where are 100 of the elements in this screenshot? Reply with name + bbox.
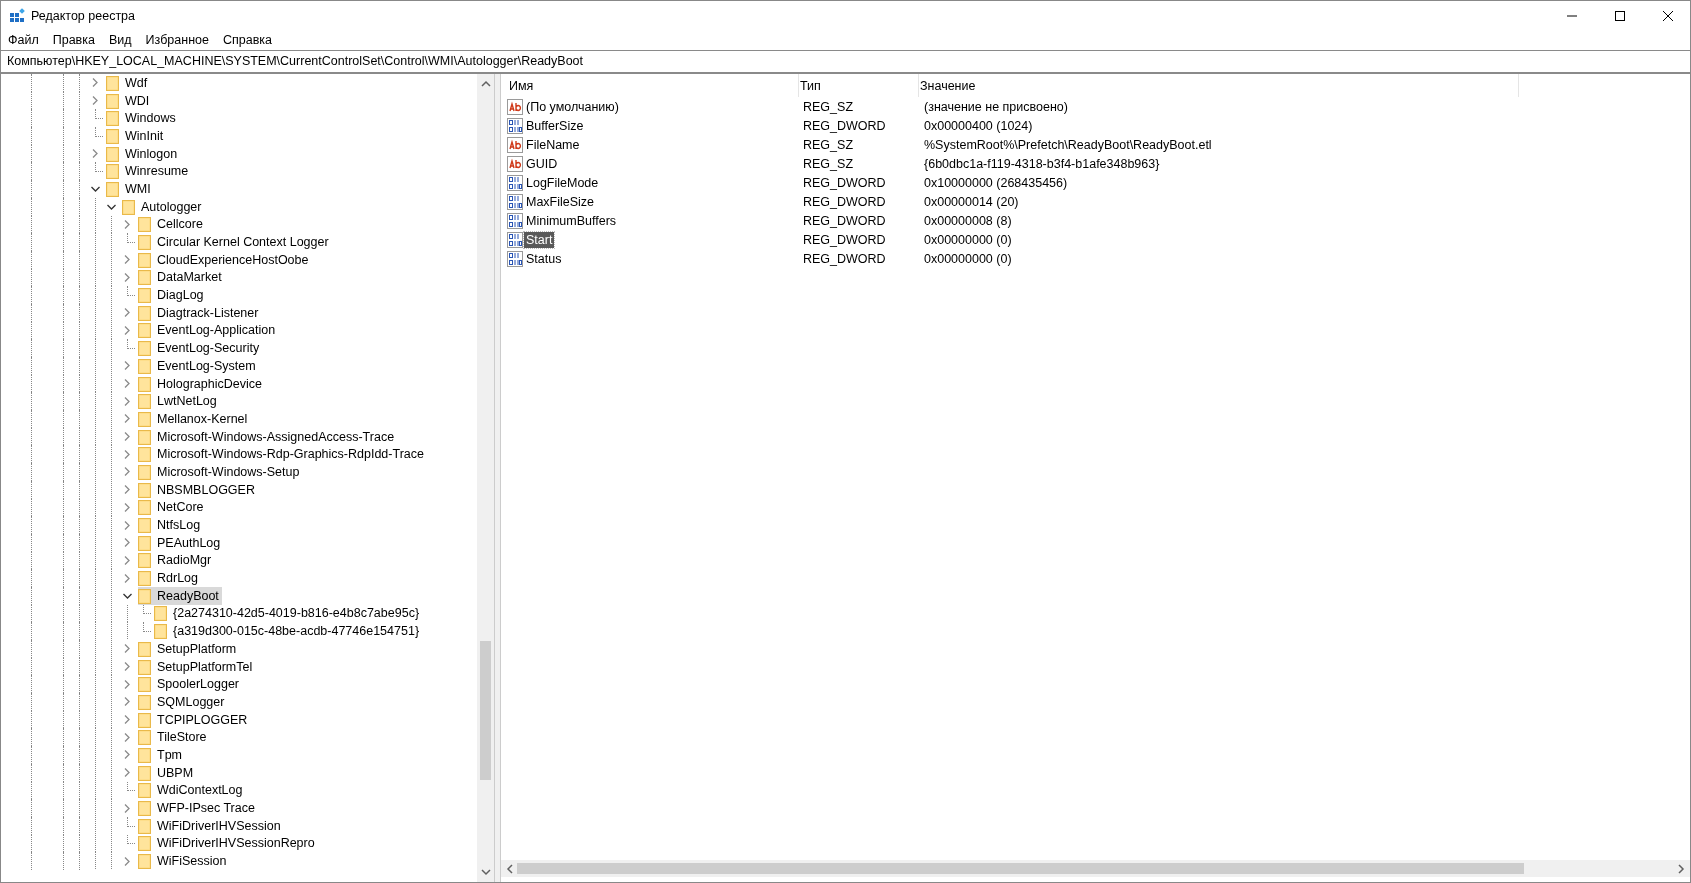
tree-item[interactable]: DataMarket (138, 268, 225, 287)
chevron-right-icon[interactable] (124, 679, 130, 689)
tree-item[interactable]: DiagLog (138, 286, 207, 304)
chevron-right-icon[interactable] (124, 449, 130, 459)
tree-item[interactable]: EventLog-System (138, 357, 259, 375)
tree-item[interactable]: Circular Kernel Context Logger (138, 233, 332, 251)
tree-item[interactable]: Microsoft-Windows-Setup (138, 463, 303, 481)
tree-item[interactable]: TCPIPLOGGER (138, 710, 251, 729)
chevron-right-icon[interactable] (124, 856, 130, 866)
tree-item[interactable]: Wdf (106, 74, 151, 92)
tree-item[interactable]: WiFiSession (138, 852, 230, 870)
tree-item[interactable]: NetCore (138, 498, 207, 517)
value-name[interactable]: Status (524, 250, 564, 267)
tree-item[interactable]: HolographicDevice (138, 374, 265, 393)
tree-item[interactable]: WiFiDriverIHVSession (138, 816, 284, 835)
chevron-right-icon[interactable] (124, 715, 130, 725)
chevron-right-icon[interactable] (124, 732, 130, 742)
tree-item[interactable]: Winlogon (106, 144, 181, 163)
menu-item[interactable]: Правка (52, 33, 95, 47)
tree-item[interactable]: PEAuthLog (138, 533, 224, 552)
menu-item[interactable]: Файл (8, 33, 39, 47)
chevron-right-icon[interactable] (124, 644, 130, 654)
tree-item[interactable]: WinInit (106, 127, 167, 145)
tree-item[interactable]: NBSMBLOGGER (138, 480, 258, 499)
tree-item[interactable]: WFP-IPsec Trace (138, 799, 258, 817)
chevron-right-icon[interactable] (124, 555, 130, 565)
chevron-right-icon[interactable] (124, 361, 130, 371)
chevron-down-icon[interactable] (106, 203, 116, 210)
value-name[interactable]: MaxFileSize (524, 193, 597, 210)
scroll-left-icon[interactable] (506, 863, 513, 874)
tree-item[interactable]: Mellanox-Kernel (138, 410, 251, 428)
chevron-right-icon[interactable] (124, 502, 130, 512)
tree-item[interactable]: CloudExperienceHostOobe (138, 250, 312, 269)
chevron-right-icon[interactable] (124, 414, 130, 424)
chevron-down-icon[interactable] (90, 185, 100, 192)
tree-item[interactable]: Diagtrack-Listener (138, 303, 262, 322)
value-name[interactable]: MinimumBuffers (524, 212, 619, 229)
chevron-right-icon[interactable] (124, 803, 130, 813)
tree-item[interactable]: EventLog-Application (138, 321, 279, 340)
chevron-right-icon[interactable] (92, 149, 98, 159)
tree-item[interactable]: SpoolerLogger (138, 675, 242, 694)
menu-item[interactable]: Избранное (145, 33, 209, 47)
value-name[interactable]: FileName (524, 136, 582, 153)
value-name[interactable]: GUID (524, 155, 560, 172)
tree-item[interactable]: WDI (106, 91, 153, 110)
scroll-up-icon[interactable] (480, 80, 491, 87)
tree-item[interactable]: SetupPlatformTel (138, 657, 256, 676)
chevron-right-icon[interactable] (124, 379, 130, 389)
address-field[interactable]: Компьютер\HKEY_LOCAL_MACHINE\SYSTEM\CurrentControlSet\Control\WMI\Autologger\ReadyBoot (1, 50, 1690, 74)
scrollbar-thumb[interactable] (517, 863, 1524, 874)
menu-item[interactable]: Справка (222, 33, 272, 47)
column-header[interactable]: Тип (799, 74, 919, 97)
chevron-right-icon[interactable] (124, 467, 130, 477)
tree-item[interactable]: WMI (106, 180, 154, 198)
chevron-down-icon[interactable] (122, 592, 132, 599)
chevron-right-icon[interactable] (124, 573, 130, 583)
tree-item[interactable]: Winresume (106, 162, 192, 181)
value-name[interactable]: (По умолчанию) (524, 98, 621, 115)
menu-item[interactable]: Вид (108, 33, 132, 47)
scroll-right-icon[interactable] (1678, 863, 1685, 874)
chevron-right-icon[interactable] (124, 396, 130, 406)
chevron-right-icon[interactable] (124, 750, 130, 760)
chevron-right-icon[interactable] (124, 432, 130, 442)
tree-item[interactable]: EventLog-Security (138, 339, 263, 357)
chevron-right-icon[interactable] (124, 255, 130, 265)
chevron-right-icon[interactable] (124, 697, 130, 707)
chevron-right-icon[interactable] (92, 78, 98, 88)
chevron-right-icon[interactable] (124, 520, 130, 530)
tree-item[interactable]: Windows (106, 109, 179, 128)
value-name[interactable]: Start (524, 231, 555, 248)
tree-item[interactable]: Tpm (138, 746, 185, 764)
tree-item[interactable]: RadioMgr (138, 551, 215, 570)
chevron-right-icon[interactable] (124, 308, 130, 318)
tree-item[interactable]: Microsoft-Windows-Rdp-Graphics-RdpIdd-Trace (138, 445, 427, 464)
chevron-right-icon[interactable] (92, 96, 98, 106)
chevron-right-icon[interactable] (124, 219, 130, 229)
tree-item[interactable]: SetupPlatform (138, 640, 240, 658)
tree-item[interactable]: WdiContextLog (138, 781, 246, 800)
chevron-right-icon[interactable] (124, 538, 130, 548)
chevron-right-icon[interactable] (124, 272, 130, 282)
tree-item[interactable]: NtfsLog (138, 516, 204, 534)
tree-item[interactable]: WiFiDriverIHVSessionRepro (138, 834, 318, 853)
chevron-right-icon[interactable] (124, 325, 130, 335)
value-name[interactable]: BufferSize (524, 117, 586, 134)
column-header[interactable]: Значение (919, 74, 1519, 97)
tree-item[interactable]: ReadyBoot (138, 586, 222, 605)
tree-item[interactable]: Autologger (122, 197, 205, 216)
tree-item[interactable]: Microsoft-Windows-AssignedAccess-Trace (138, 427, 398, 446)
column-header[interactable]: Имя (507, 74, 799, 97)
scrollbar-thumb[interactable] (480, 640, 491, 780)
tree-item[interactable]: SQMLogger (138, 693, 228, 711)
chevron-right-icon[interactable] (124, 485, 130, 495)
chevron-right-icon[interactable] (124, 768, 130, 778)
chevron-right-icon[interactable] (124, 662, 130, 672)
tree-item[interactable]: {2a274310-42d5-4019-b816-e4b8c7abe95c} (154, 604, 423, 623)
tree-item[interactable]: RdrLog (138, 569, 201, 587)
value-name[interactable]: LogFileMode (524, 174, 601, 191)
tree-item[interactable]: {a319d300-015c-48be-acdb-47746e154751} (154, 622, 423, 640)
scroll-down-icon[interactable] (480, 869, 491, 876)
tree-item[interactable]: Cellcore (138, 215, 206, 234)
